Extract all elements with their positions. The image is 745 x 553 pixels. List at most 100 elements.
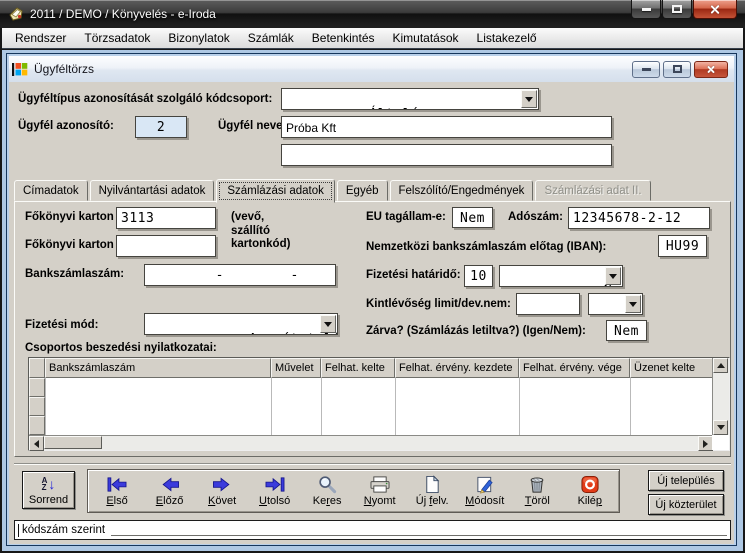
delete-button[interactable]: Töröl	[512, 471, 563, 511]
column-header-bankszamlaszam[interactable]: Bankszámlaszám	[45, 358, 271, 378]
app-icon	[8, 6, 24, 22]
chevron-down-icon[interactable]	[320, 315, 336, 333]
row-selector[interactable]	[29, 416, 45, 435]
last-record-icon	[263, 475, 287, 494]
dialog-title: Ügyféltörzs	[34, 62, 94, 76]
next-record-icon	[210, 475, 234, 494]
dialog-close-icon[interactable]	[694, 61, 728, 78]
dialog-controls	[632, 61, 731, 78]
menu-item-betenkintes[interactable]: Betenkintés	[303, 29, 384, 47]
menu-item-torzsadatok[interactable]: Törzsadatok	[75, 29, 159, 47]
chevron-down-icon[interactable]	[605, 267, 621, 285]
new-public-area-button[interactable]: Új közterület	[648, 494, 724, 515]
currency-select[interactable]: -	[588, 293, 643, 315]
scroll-up-icon[interactable]	[713, 358, 728, 373]
iban-label: Nemzetközi bankszámlaszám előtag (IBAN):	[366, 241, 606, 253]
scroll-right-icon[interactable]	[698, 436, 713, 451]
minimize-icon[interactable]	[631, 0, 661, 19]
menu-item-kimutatasok[interactable]: Kimutatások	[384, 29, 468, 47]
tax-number-field[interactable]: 12345678-2-12	[568, 207, 710, 229]
grid-horizontal-scrollbar[interactable]	[29, 435, 713, 450]
menu-bar: Rendszer Törzsadatok Bizonylatok Számlák…	[2, 28, 743, 49]
scrollbar-corner	[712, 435, 729, 450]
payment-method-label: Fizetési mód:	[25, 319, 98, 331]
print-icon	[368, 475, 392, 494]
closed-field[interactable]: Nem	[606, 320, 647, 341]
column-header-felhat-kelte[interactable]: Felhat. kelte	[321, 358, 395, 378]
dialog-maximize-icon[interactable]	[663, 61, 691, 78]
first-record-icon	[105, 475, 129, 494]
code-group-select[interactable]: Általános	[281, 88, 539, 110]
previous-record-icon	[158, 475, 182, 494]
bank-account-field[interactable]: - -	[144, 264, 336, 286]
tab-szamlazasi-adatok[interactable]: Számlázási adatok	[216, 179, 335, 203]
scrollbar-thumb[interactable]	[44, 436, 102, 449]
payment-deadline-field[interactable]: 10	[464, 265, 493, 287]
scroll-left-icon[interactable]	[29, 436, 44, 451]
next-button[interactable]: Követ	[197, 471, 248, 511]
exit-icon	[578, 475, 602, 494]
ledger1-field[interactable]: 3113	[116, 207, 216, 229]
tab-szamlazasi-adat-ii: Számlázási adat II.	[535, 180, 650, 201]
menu-item-bizonylatok[interactable]: Bizonylatok	[159, 29, 238, 47]
menu-item-listakezelo[interactable]: Listakezelő	[468, 29, 546, 47]
row-selector[interactable]	[29, 397, 45, 416]
deadline-unit-select[interactable]: Naptári nap	[499, 265, 623, 287]
tab-strip: Címadatok Nyilvántartási adatok Számlázá…	[14, 177, 653, 203]
mdi-area: Ügyféltörzs Ügyféltípus azonosítását szo…	[2, 50, 743, 551]
ugyfeltorzs-dialog: Ügyféltörzs Ügyféltípus azonosítását szo…	[6, 53, 737, 546]
ledger2-field[interactable]	[116, 235, 216, 257]
row-selector[interactable]	[29, 378, 45, 397]
menu-item-szamlak[interactable]: Számlák	[239, 29, 303, 47]
eu-member-field[interactable]: Nem	[452, 207, 493, 228]
column-header-muvelet[interactable]: Művelet	[271, 358, 321, 378]
window-title: 2011 / DEMO / Könyvelés - e-Iroda	[30, 7, 216, 21]
scroll-down-icon[interactable]	[713, 420, 728, 435]
print-button[interactable]: Nyomt	[354, 471, 405, 511]
exit-button[interactable]: Kilép	[564, 471, 615, 511]
first-button[interactable]: Első	[92, 471, 143, 511]
dialog-minimize-icon[interactable]	[632, 61, 660, 78]
column-header-felhat-erveny-vege[interactable]: Felhat. érvény. vége	[519, 358, 630, 378]
szamlazasi-adatok-panel: Főkönyvi karton I.: 3113 (vevő, szállító…	[14, 201, 731, 457]
tab-egyeb[interactable]: Egyéb	[337, 180, 388, 201]
last-button[interactable]: Utolsó	[249, 471, 300, 511]
previous-button[interactable]: Előző	[144, 471, 195, 511]
new-record-button[interactable]: Új felv.	[407, 471, 458, 511]
client-id-field[interactable]: 2	[135, 116, 187, 138]
new-settlement-button[interactable]: Új település	[648, 470, 724, 491]
iban-field[interactable]: HU99	[658, 235, 707, 257]
tax-number-label: Adószám:	[508, 211, 563, 223]
grid-body[interactable]	[29, 378, 729, 435]
tab-nyilvantartasi-adatok[interactable]: Nyilvántartási adatok	[90, 180, 215, 201]
tab-felszolito-engedmenyek[interactable]: Felszólító/Engedmények	[390, 180, 534, 201]
sort-button[interactable]: AZ↓ Sorrend	[22, 471, 75, 509]
column-header-felhat-erveny-kezdete[interactable]: Felhat. érvény. kezdete	[395, 358, 519, 378]
edit-button[interactable]: Módosít	[459, 471, 510, 511]
search-button[interactable]: Keres	[302, 471, 353, 511]
window-controls	[631, 0, 737, 19]
maximize-icon[interactable]	[662, 0, 692, 19]
ledger-note: (vevő, szállító kartonkód)	[231, 211, 290, 252]
menu-item-rendszer[interactable]: Rendszer	[6, 29, 75, 47]
payment-method-select[interactable]: A - átutalás	[144, 313, 338, 335]
column-header-uzenet-kelte[interactable]: Üzenet kelte	[630, 358, 714, 378]
payment-deadline-label: Fizetési határidő:	[366, 269, 461, 281]
client-id-label: Ügyfél azonosító:	[18, 120, 114, 132]
client-name2-field[interactable]	[281, 144, 612, 166]
chevron-down-icon[interactable]	[521, 90, 537, 108]
bank-account-label: Bankszámlaszám:	[25, 268, 124, 280]
tab-cimadatok[interactable]: Címadatok	[14, 180, 88, 201]
sort-order-input[interactable]: kódszám szerint	[14, 520, 731, 540]
chevron-down-icon[interactable]	[625, 295, 641, 313]
close-icon[interactable]	[693, 0, 737, 19]
eu-member-label: EU tagállam-e:	[366, 211, 446, 223]
client-name-field[interactable]: Próba Kft	[281, 116, 612, 138]
new-record-icon	[420, 475, 444, 494]
dialog-titlebar[interactable]: Ügyféltörzs	[9, 56, 734, 82]
outstanding-limit-field[interactable]	[516, 293, 580, 315]
row-selector-header	[29, 358, 45, 378]
grid-vertical-scrollbar[interactable]	[712, 358, 729, 435]
window-titlebar[interactable]: 2011 / DEMO / Könyvelés - e-Iroda	[0, 0, 745, 28]
closed-label: Zárva? (Számlázás letiltva?) (Igen/Nem):	[366, 325, 586, 337]
